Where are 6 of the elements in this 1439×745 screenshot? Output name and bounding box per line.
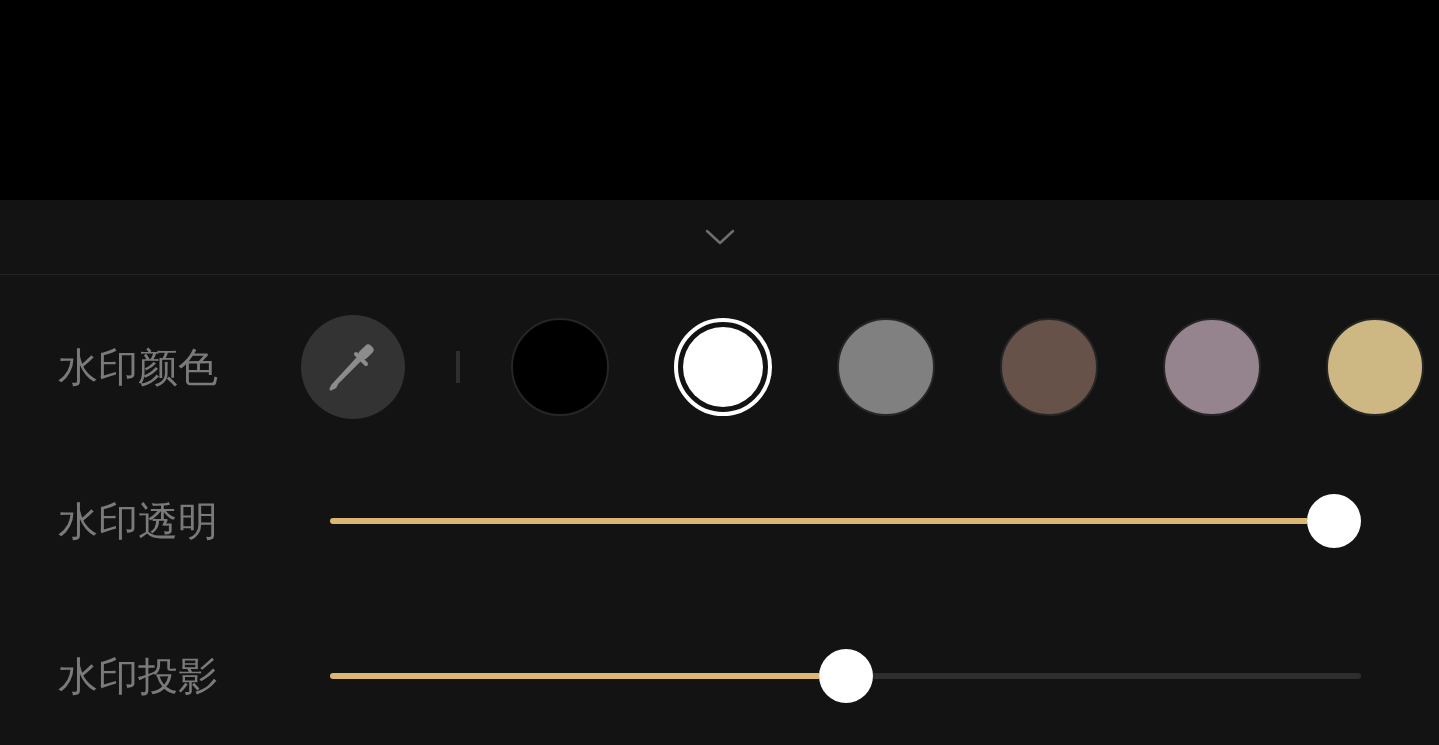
slider-thumb[interactable]: [1307, 494, 1361, 548]
chevron-down-icon: [704, 229, 735, 245]
color-label: 水印颜色: [58, 343, 219, 391]
slider-label: 水印透明: [58, 497, 219, 545]
slider-label: 水印投影: [58, 652, 219, 700]
slider-thumb[interactable]: [818, 649, 873, 703]
